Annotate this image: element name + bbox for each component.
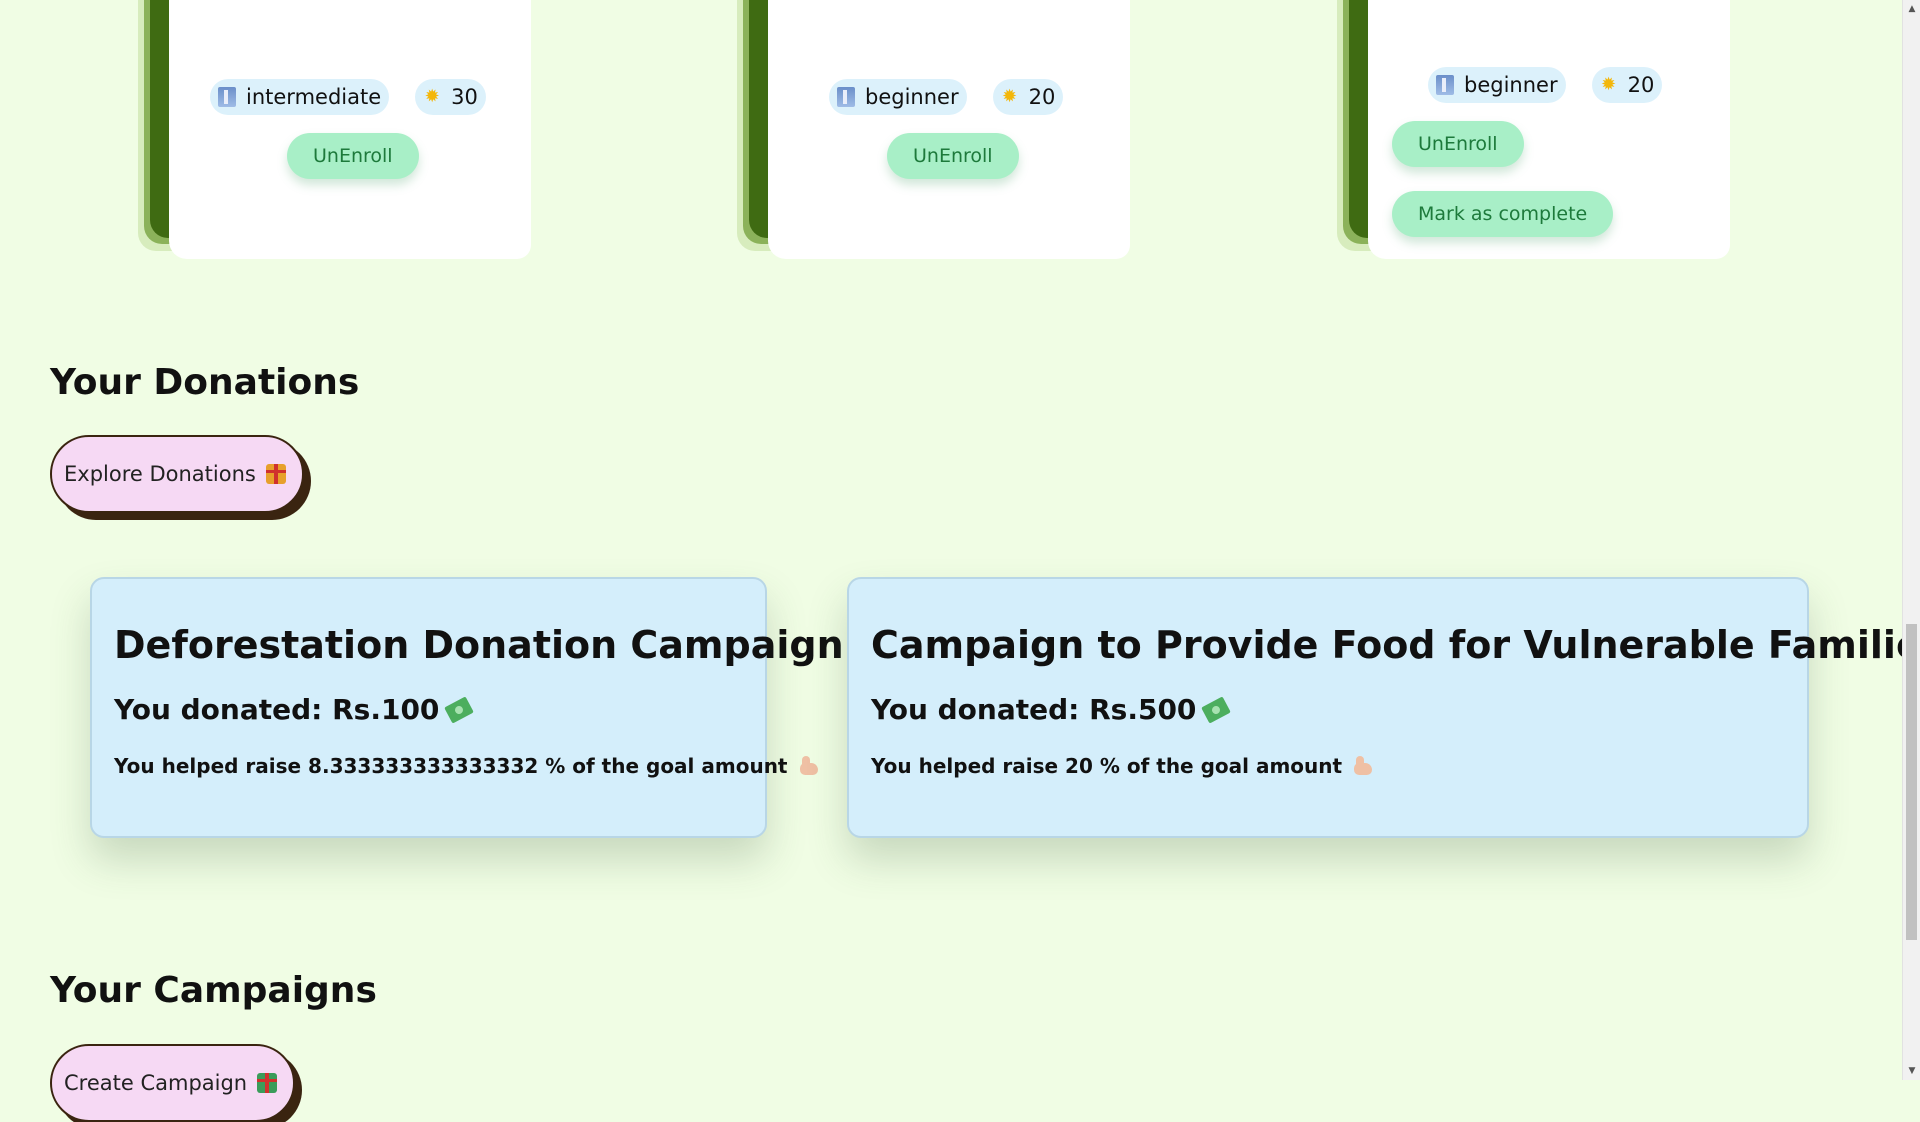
donation-card: Deforestation Donation Campaign You dona… (90, 577, 844, 838)
ladder-icon (837, 87, 855, 107)
scroll-down-arrow-icon[interactable]: ▼ (1903, 1062, 1920, 1080)
donation-card: Campaign to Provide Food for Vulnerable … (847, 577, 1920, 838)
goal-progress-text: You helped raise 8.333333333333332 % of … (114, 754, 788, 778)
course-card-body (768, 0, 1130, 259)
donated-amount-text: You donated: Rs.500 (871, 693, 1197, 726)
level-label: beginner (865, 85, 959, 109)
level-chip: beginner (1428, 67, 1566, 103)
mark-complete-button[interactable]: Mark as complete (1392, 191, 1614, 237)
money-icon (1201, 695, 1232, 724)
money-icon (444, 695, 475, 724)
donations-section-title: Your Donations (50, 362, 360, 403)
course-meta: beginner ✹ 20 (1428, 67, 1663, 103)
unenroll-button[interactable]: UnEnroll (287, 133, 419, 179)
flexed-arm-icon (1352, 755, 1374, 777)
points-chip: ✹ 20 (992, 79, 1064, 115)
create-campaign-label: Create Campaign (64, 1071, 248, 1095)
create-campaign-button[interactable]: Create Campaign (50, 1044, 296, 1122)
scroll-up-arrow-icon[interactable]: ▲ (1903, 0, 1920, 18)
level-chip: beginner (829, 79, 967, 115)
ladder-icon (218, 87, 236, 107)
goal-progress-text: You helped raise 20 % of the goal amount (871, 754, 1343, 778)
course-meta: beginner ✹ 20 (829, 79, 1064, 115)
sun-icon: ✹ (1601, 74, 1617, 95)
chart-icon (257, 1073, 278, 1093)
goal-progress: You helped raise 20 % of the goal amount (871, 754, 1785, 778)
course-card: intermediate ✹ 30 UnEnroll (138, 0, 531, 260)
sun-icon: ✹ (424, 86, 440, 107)
donated-amount: You donated: Rs.100 (114, 693, 743, 726)
points-chip: ✹ 30 (415, 79, 486, 115)
course-meta: intermediate ✹ 30 (210, 79, 486, 115)
donation-campaign-title: Campaign to Provide Food for Vulnerable … (871, 623, 1920, 667)
unenroll-button[interactable]: UnEnroll (887, 133, 1019, 179)
scroll-thumb[interactable] (1906, 624, 1917, 940)
course-card: beginner ✹ 20 UnEnroll Mark as complete (1337, 0, 1730, 260)
explore-donations-label: Explore Donations (64, 462, 256, 486)
donated-amount: You donated: Rs.500 (871, 693, 1785, 726)
level-chip: intermediate (210, 79, 390, 115)
campaigns-section-title: Your Campaigns (50, 970, 377, 1011)
gift-icon (265, 464, 286, 484)
explore-donations-button[interactable]: Explore Donations (50, 435, 304, 513)
sun-icon: ✹ (1002, 86, 1018, 107)
points-label: 30 (451, 85, 478, 109)
points-chip: ✹ 20 (1591, 67, 1663, 103)
goal-progress: You helped raise 8.333333333333332 % of … (114, 754, 818, 778)
unenroll-button[interactable]: UnEnroll (1392, 121, 1524, 167)
donated-amount-text: You donated: Rs.100 (114, 693, 440, 726)
ladder-icon (1436, 75, 1454, 95)
points-label: 20 (1627, 73, 1655, 97)
level-label: beginner (1464, 73, 1558, 97)
points-label: 20 (1028, 85, 1056, 109)
course-card: beginner ✹ 20 UnEnroll (737, 0, 1130, 260)
page-scrollbar[interactable]: ▲ ▼ (1902, 0, 1920, 1080)
donation-campaign-title: Deforestation Donation Campaign (114, 623, 844, 667)
course-card-body (169, 0, 531, 259)
level-label: intermediate (246, 85, 382, 109)
